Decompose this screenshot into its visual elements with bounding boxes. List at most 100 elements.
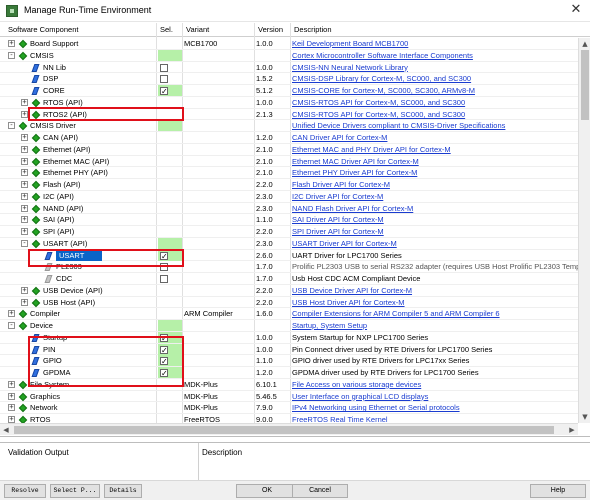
select-checkbox[interactable]: ✓: [160, 333, 168, 342]
table-row[interactable]: GPIO ✓ 1.1.0 GPIO driver used by RTE Driver…: [0, 355, 578, 367]
description-link[interactable]: USART Driver API for Cortex-M: [292, 239, 397, 248]
select-checkbox[interactable]: [160, 275, 168, 283]
table-row[interactable]: Startup ✓ 1.0.0 System Startup for NXP LPC1…: [0, 331, 578, 344]
table-row[interactable]: + RTOS FreeRTOS 9.0.0 FreeRTOS Real Time Ker…: [0, 414, 578, 423]
expand-icon[interactable]: +: [21, 157, 28, 165]
description-link[interactable]: CMSIS-RTOS API for Cortex-M, SC000, and …: [292, 98, 465, 107]
hscroll-thumb[interactable]: [14, 426, 554, 434]
select-checkbox[interactable]: ✓: [160, 357, 168, 366]
expand-icon[interactable]: +: [21, 181, 28, 188]
select-checkbox[interactable]: [160, 75, 168, 84]
header-variant[interactable]: Variant: [186, 25, 209, 34]
table-row[interactable]: + SPI (API) 2.2.0 SPI Driver API for Cortex…: [0, 226, 578, 238]
select-packs-button[interactable]: Select P...: [50, 484, 100, 498]
description-link[interactable]: SAI Driver API for Cortex-M: [292, 215, 384, 224]
table-row[interactable]: + NAND (API) 2.3.0 NAND Flash Driver API fo…: [0, 203, 578, 215]
table-row[interactable]: CDC 1.7.0 Usb Host CDC ACM Compliant Devic…: [0, 273, 578, 285]
table-row[interactable]: - CMSIS Driver Unified Device Drivers comp…: [0, 120, 578, 132]
table-row[interactable]: + File System MDK-Plus 6.10.1 File Access on…: [0, 379, 578, 391]
expand-icon[interactable]: +: [8, 392, 15, 400]
expand-icon[interactable]: +: [21, 204, 28, 212]
description-link[interactable]: Ethernet MAC Driver API for Cortex-M: [292, 157, 419, 166]
variant-cell[interactable]: MDK-Plus: [184, 391, 254, 402]
variant-cell[interactable]: MCB1700: [184, 38, 254, 49]
expand-icon[interactable]: +: [21, 134, 28, 141]
table-row[interactable]: + CAN (API) 1.2.0 CAN Driver API for Cortex…: [0, 132, 578, 144]
expand-icon[interactable]: +: [8, 310, 15, 318]
description-link[interactable]: Ethernet MAC and PHY Driver API for Cort…: [292, 145, 451, 154]
header-version[interactable]: Version: [258, 25, 283, 34]
table-row[interactable]: + RTOS2 (API) 2.1.3 CMSIS-RTOS API for Cort…: [0, 109, 578, 121]
description-link[interactable]: I2C Driver API for Cortex-M: [292, 192, 383, 201]
select-checkbox[interactable]: ✓: [160, 369, 168, 378]
collapse-icon[interactable]: -: [8, 122, 15, 130]
description-link[interactable]: CMSIS-CORE for Cortex-M, SC000, SC300, A…: [292, 86, 475, 95]
table-row[interactable]: + Ethernet PHY (API) 2.1.0 Ethernet PHY Dri…: [0, 167, 578, 179]
collapse-icon[interactable]: -: [8, 322, 15, 329]
header-component[interactable]: Software Component: [8, 25, 78, 34]
description-link[interactable]: USB Host Driver API for Cortex-M: [292, 298, 405, 307]
select-checkbox[interactable]: ✓: [160, 251, 168, 260]
header-sel[interactable]: Sel.: [160, 25, 173, 34]
description-link[interactable]: Unified Device Drivers compliant to CMSI…: [292, 121, 505, 130]
expand-icon[interactable]: +: [8, 380, 15, 388]
expand-icon[interactable]: +: [8, 416, 15, 423]
table-row[interactable]: CORE ✓ 5.1.2 CMSIS-CORE for Cortex-M, SC000…: [0, 85, 578, 97]
description-link[interactable]: Startup, System Setup: [292, 321, 367, 330]
table-row[interactable]: + USB Device (API) 2.2.0 USB Device Driver …: [0, 285, 578, 297]
table-row[interactable]: PL2303 1.7.0 Prolific PL2303 USB to serial…: [0, 261, 578, 273]
expand-icon[interactable]: +: [8, 40, 15, 47]
expand-icon[interactable]: +: [21, 298, 28, 306]
expand-icon[interactable]: +: [21, 145, 28, 153]
description-link[interactable]: Ethernet PHY Driver API for Cortex-M: [292, 168, 417, 177]
collapse-icon[interactable]: -: [21, 239, 28, 247]
variant-cell[interactable]: MDK-Plus: [184, 379, 254, 390]
scroll-down-icon[interactable]: ▼: [579, 411, 590, 423]
scroll-right-icon[interactable]: ▶: [566, 424, 578, 436]
table-row[interactable]: + Board Support MCB1700 1.0.0 Keil Developme…: [0, 38, 578, 50]
select-checkbox[interactable]: ✓: [160, 345, 168, 354]
scroll-up-icon[interactable]: ▲: [579, 38, 590, 50]
vertical-scrollbar[interactable]: ▲ ▼: [578, 38, 590, 423]
cancel-button[interactable]: Cancel: [292, 484, 348, 498]
table-row[interactable]: + Flash (API) 2.2.0 Flash Driver API for Co…: [0, 179, 578, 191]
details-button[interactable]: Details: [104, 484, 142, 498]
description-link[interactable]: CMSIS-RTOS API for Cortex-M, SC000, and …: [292, 110, 465, 119]
table-row[interactable]: + RTOS (API) 1.0.0 CMSIS-RTOS API for Corte…: [0, 97, 578, 109]
header-description[interactable]: Description: [294, 25, 332, 34]
table-row[interactable]: - CMSIS Cortex Microcontroller Software In…: [0, 49, 578, 62]
table-row[interactable]: + I2C (API) 2.3.0 I2C Driver API for Cortex…: [0, 191, 578, 203]
description-link[interactable]: IPv4 Networking using Ethernet or Serial…: [292, 403, 460, 412]
description-link[interactable]: Cortex Microcontroller Software Interfac…: [292, 51, 473, 60]
description-link[interactable]: Keil Development Board MCB1700: [292, 39, 408, 48]
ok-button[interactable]: OK: [236, 484, 298, 498]
description-link[interactable]: Flash Driver API for Cortex-M: [292, 180, 390, 189]
scroll-left-icon[interactable]: ◀: [0, 424, 12, 436]
expand-icon[interactable]: +: [21, 216, 28, 224]
select-checkbox[interactable]: [160, 63, 168, 72]
collapse-icon[interactable]: -: [8, 51, 15, 59]
table-row[interactable]: - Device Startup, System Setup: [0, 320, 578, 332]
description-link[interactable]: File Access on various storage devices: [292, 380, 421, 389]
table-row[interactable]: + Ethernet MAC (API) 2.1.0 Ethernet MAC Dri…: [0, 156, 578, 168]
table-row[interactable]: USART ✓ 2.6.0 UART Driver for LPC1700 Serie…: [0, 249, 578, 262]
table-row[interactable]: DSP 1.5.2 CMSIS-DSP Library for Cortex-M, …: [0, 73, 578, 85]
expand-icon[interactable]: +: [21, 110, 28, 118]
expand-icon[interactable]: +: [21, 98, 28, 106]
help-button[interactable]: Help: [530, 484, 586, 498]
table-row[interactable]: + Network MDK-Plus 7.9.0 IPv4 Networking usi…: [0, 402, 578, 414]
description-link[interactable]: FreeRTOS Real Time Kernel: [292, 415, 388, 423]
description-link[interactable]: CMSIS-DSP Library for Cortex-M, SC000, a…: [292, 74, 471, 83]
description-link[interactable]: NAND Flash Driver API for Cortex-M: [292, 204, 413, 213]
table-row[interactable]: - USART (API) 2.3.0 USART Driver API for Co…: [0, 237, 578, 250]
table-row[interactable]: + Ethernet (API) 2.1.0 Ethernet MAC and PHY…: [0, 144, 578, 156]
description-link[interactable]: Compiler Extensions for ARM Compiler 5 a…: [292, 309, 500, 318]
horizontal-scrollbar[interactable]: ◀ ▶: [0, 423, 578, 435]
table-row[interactable]: + Compiler ARM Compiler 1.6.0 Compiler Exten…: [0, 308, 578, 320]
description-link[interactable]: User Interface on graphical LCD displays: [292, 392, 428, 401]
variant-cell[interactable]: MDK-Plus: [184, 402, 254, 413]
table-row[interactable]: + SAI (API) 1.1.0 SAI Driver API for Cortex…: [0, 214, 578, 226]
expand-icon[interactable]: +: [8, 404, 15, 412]
expand-icon[interactable]: +: [21, 228, 28, 235]
select-checkbox[interactable]: ✓: [160, 87, 168, 96]
